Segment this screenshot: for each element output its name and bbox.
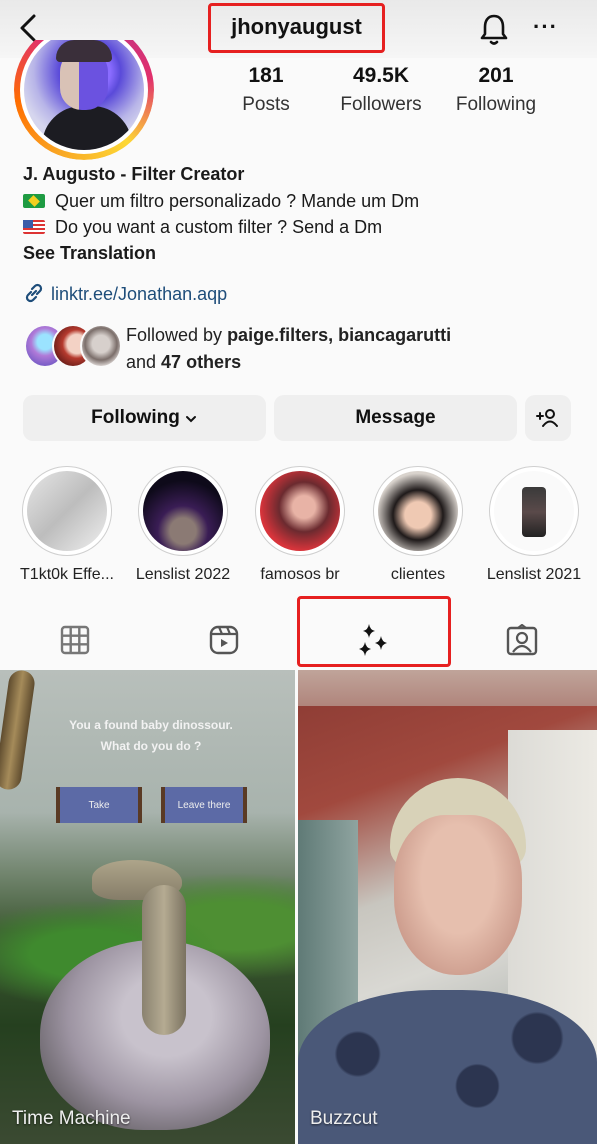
message-button-label: Message <box>355 407 436 428</box>
effect-title: Time Machine <box>12 1108 131 1129</box>
following-button-label: Following <box>91 407 180 428</box>
highlight-item[interactable]: Lenslist 2021 <box>486 466 582 584</box>
plant-decoration <box>0 670 37 792</box>
highlight-cover <box>255 466 345 556</box>
highlight-cover <box>489 466 579 556</box>
profile-display-name: J. Augusto - Filter Creator <box>23 164 245 184</box>
stat-posts[interactable]: 181 Posts <box>211 64 321 116</box>
effect-option-leave: Leave there <box>161 787 247 823</box>
tab-tagged[interactable] <box>447 614 596 666</box>
chevron-down-icon <box>185 416 196 423</box>
more-options-button[interactable]: ··· <box>533 14 563 39</box>
bio-line-en: Do you want a custom filter ? Send a Dm <box>23 217 382 238</box>
highlight-thumbnail <box>378 471 458 551</box>
highlight-thumbnail <box>260 471 340 551</box>
stat-following[interactable]: 201 Following <box>441 64 551 116</box>
avatar-hair <box>56 40 112 62</box>
followers-count: 49.5K <box>352 64 410 87</box>
reels-icon <box>209 625 238 655</box>
usa-flag-icon <box>23 220 45 234</box>
sparkles-icon <box>358 624 387 656</box>
profile-username[interactable]: jhonyaugust <box>208 14 385 40</box>
tab-effects[interactable] <box>298 614 447 666</box>
dinosaur-neck <box>142 885 186 1035</box>
posts-label: Posts <box>242 94 290 115</box>
effect-option-take: Take <box>56 787 142 823</box>
highlight-label: clientes <box>390 566 446 583</box>
tagged-person-icon <box>506 624 537 656</box>
highlight-item[interactable]: clientes <box>370 466 466 584</box>
highlight-cover <box>22 466 112 556</box>
bio-text-pt: Quer um filtro personalizado ? Mande um … <box>55 191 420 211</box>
highlight-cover <box>373 466 463 556</box>
face <box>394 815 522 975</box>
following-label: Following <box>455 94 537 115</box>
highlight-label: Lenslist 2021 <box>486 566 582 583</box>
see-translation-link[interactable]: See Translation <box>23 243 156 264</box>
highlight-label: famosos br <box>260 566 340 583</box>
avatar-photo <box>24 40 144 150</box>
message-button[interactable]: Message <box>274 395 517 441</box>
highlight-thumbnail <box>494 471 574 551</box>
followed-by-names: paige.filters, biancagarutti <box>227 325 452 345</box>
tab-reels[interactable] <box>149 614 298 666</box>
tab-posts[interactable] <box>0 614 149 666</box>
followed-by-prefix: Followed by <box>126 325 228 345</box>
effect-title: Buzzcut <box>310 1108 378 1129</box>
highlight-item[interactable]: famosos br <box>252 466 348 584</box>
bio-text-en: Do you want a custom filter ? Send a Dm <box>55 217 383 237</box>
followed-by-and: and <box>126 352 162 372</box>
followers-label: Followers <box>340 94 422 115</box>
bell-icon <box>480 14 508 45</box>
avatar-shirt <box>42 106 132 150</box>
overlay-text-line-2: What do you do ? <box>100 739 202 753</box>
mutual-avatar-3 <box>80 324 122 368</box>
following-count: 201 <box>478 64 514 87</box>
highlight-thumbnail <box>27 471 107 551</box>
effect-tile-buzzcut[interactable]: Buzzcut <box>298 670 597 1144</box>
suggest-users-button[interactable] <box>525 395 571 441</box>
ceiling <box>298 670 597 706</box>
option-leave-label: Leave there <box>177 799 231 811</box>
bio-link-text: linktr.ee/Jonathan.aqp <box>51 284 228 304</box>
bio-link[interactable]: linktr.ee/Jonathan.aqp <box>23 282 227 305</box>
highlight-cover <box>138 466 228 556</box>
option-take-label: Take <box>88 799 110 811</box>
bio-line-pt: Quer um filtro personalizado ? Mande um … <box>23 191 419 212</box>
overlay-text-line-1: You a found baby dinossour. <box>69 718 233 732</box>
profile-avatar[interactable] <box>14 40 154 160</box>
highlight-label: T1kt0k Effe... <box>20 566 114 583</box>
effect-tile-time-machine[interactable]: You a found baby dinossour. What do you … <box>0 670 295 1144</box>
posts-count: 181 <box>248 64 284 87</box>
brazil-flag-icon <box>23 194 45 208</box>
add-user-icon <box>536 409 558 427</box>
followed-by-text[interactable]: Followed by paige.filters, biancagarutti… <box>126 322 451 376</box>
highlight-item[interactable]: Lenslist 2022 <box>135 466 231 584</box>
highlight-thumbnail <box>143 471 223 551</box>
stat-followers[interactable]: 49.5K Followers <box>326 64 436 116</box>
mutual-followers-avatars[interactable] <box>24 324 122 368</box>
grid-icon <box>60 625 89 655</box>
followed-by-others: 47 others <box>161 352 242 372</box>
highlight-item[interactable]: T1kt0k Effe... <box>19 466 115 584</box>
effect-overlay-question: You a found baby dinossour. What do you … <box>46 715 256 757</box>
following-button[interactable]: Following <box>23 395 266 441</box>
more-horizontal-icon: ··· <box>533 14 558 39</box>
notifications-button[interactable] <box>478 12 510 46</box>
link-icon <box>25 283 43 303</box>
highlight-label: Lenslist 2022 <box>135 566 231 583</box>
